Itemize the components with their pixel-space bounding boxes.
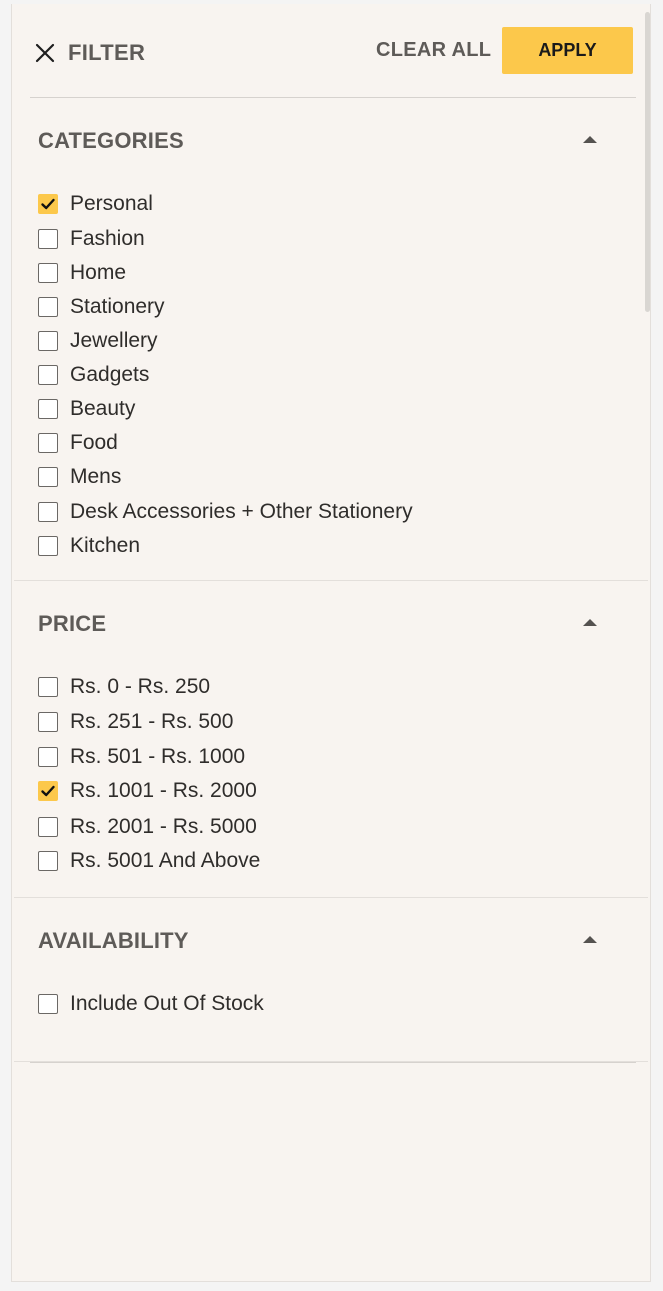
category-option-home[interactable]: Home [38,258,126,288]
option-label: Fashion [70,227,145,250]
price-option-1001-2000[interactable]: Rs. 1001 - Rs. 2000 [38,776,257,806]
category-option-stationery[interactable]: Stationery [38,292,165,322]
option-label: Rs. 1001 - Rs. 2000 [70,779,257,802]
checkbox[interactable] [38,229,58,249]
checkbox[interactable] [38,194,58,214]
checkbox[interactable] [38,994,58,1014]
option-label: Home [70,261,127,284]
close-icon [35,43,55,63]
option-label: Personal [70,192,153,215]
category-option-personal[interactable]: Personal [38,189,153,219]
categories-title: CATEGORIES [38,128,184,153]
check-icon [41,785,55,797]
price-option-0-250[interactable]: Rs. 0 - Rs. 250 [38,672,210,702]
filter-panel: FILTER CLEAR ALL APPLY CATEGORIES Person… [11,4,651,1282]
caret-up-icon [583,619,597,626]
price-section-header[interactable]: PRICE [38,611,648,641]
checkbox[interactable] [38,331,58,351]
checkbox[interactable] [38,747,58,767]
price-section: PRICE Rs. 0 - Rs. 250 Rs. 251 - Rs. 500 … [14,581,648,898]
checkbox[interactable] [38,712,58,732]
categories-section-header[interactable]: CATEGORIES [38,128,648,158]
category-option-food[interactable]: Food [38,428,118,458]
option-label: Stationery [70,295,165,318]
checkbox[interactable] [38,536,58,556]
checkbox[interactable] [38,781,58,801]
divider [30,1062,636,1063]
checkbox[interactable] [38,399,58,419]
checkbox[interactable] [38,677,58,697]
checkbox[interactable] [38,851,58,871]
option-label: Food [70,431,118,454]
option-label: Include Out Of Stock [70,992,264,1015]
category-option-fashion[interactable]: Fashion [38,224,145,254]
clear-all-button[interactable]: CLEAR ALL [376,39,491,62]
category-option-mens[interactable]: Mens [38,462,121,492]
price-option-2001-5000[interactable]: Rs. 2001 - Rs. 5000 [38,812,257,842]
category-option-kitchen[interactable]: Kitchen [38,531,140,561]
category-option-desk-accessories[interactable]: Desk Accessories + Other Stationery [38,497,413,527]
option-label: Beauty [70,397,136,420]
option-label: Desk Accessories + Other Stationery [70,500,413,523]
checkbox[interactable] [38,502,58,522]
category-option-beauty[interactable]: Beauty [38,394,135,424]
availability-title: AVAILABILITY [38,928,189,953]
price-option-5001-above[interactable]: Rs. 5001 And Above [38,846,260,876]
filter-header: FILTER CLEAR ALL APPLY [30,4,636,98]
category-option-jewellery[interactable]: Jewellery [38,326,158,356]
option-label: Mens [70,465,122,488]
option-label: Rs. 0 - Rs. 250 [70,675,211,698]
close-button[interactable] [34,42,56,64]
apply-button[interactable]: APPLY [502,27,633,74]
option-label: Kitchen [70,534,141,557]
checkbox[interactable] [38,297,58,317]
checkbox[interactable] [38,433,58,453]
option-label: Rs. 2001 - Rs. 5000 [70,815,257,838]
checkbox[interactable] [38,365,58,385]
option-label: Rs. 501 - Rs. 1000 [70,745,246,768]
page-title: FILTER [68,40,146,65]
availability-section: AVAILABILITY Include Out Of Stock [14,898,648,1062]
checkbox[interactable] [38,467,58,487]
category-option-gadgets[interactable]: Gadgets [38,360,149,390]
caret-up-icon [583,936,597,943]
price-title: PRICE [38,611,107,636]
checkbox[interactable] [38,263,58,283]
availability-option-out-of-stock[interactable]: Include Out Of Stock [38,989,264,1019]
option-label: Gadgets [70,363,150,386]
categories-section: CATEGORIES Personal Fashion Home Station… [14,98,648,581]
caret-up-icon [583,136,597,143]
option-label: Rs. 251 - Rs. 500 [70,710,234,733]
availability-section-header[interactable]: AVAILABILITY [38,928,648,958]
price-option-501-1000[interactable]: Rs. 501 - Rs. 1000 [38,742,245,772]
checkbox[interactable] [38,817,58,837]
option-label: Rs. 5001 And Above [70,849,261,872]
option-label: Jewellery [70,329,158,352]
price-option-251-500[interactable]: Rs. 251 - Rs. 500 [38,707,233,737]
check-icon [41,198,55,210]
